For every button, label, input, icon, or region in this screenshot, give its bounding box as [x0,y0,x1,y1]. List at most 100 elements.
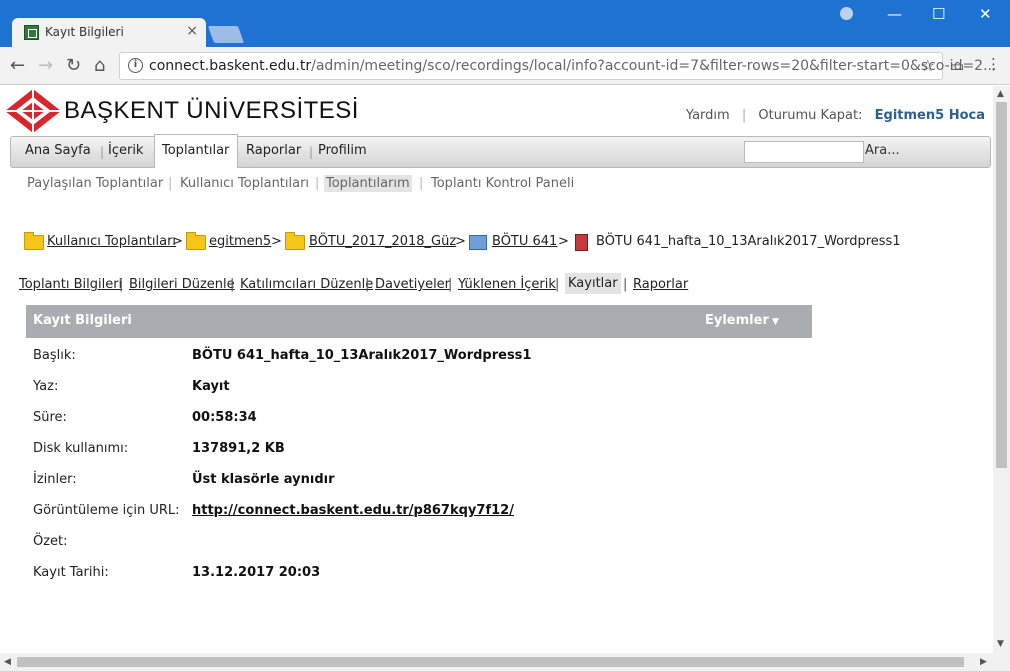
nav-item-meetings[interactable]: Toplantılar [162,143,229,158]
menu-icon[interactable]: ⋮ [986,55,1001,73]
address-bar[interactable]: i connect.baskent.edu.tr/admin/meeting/s… [119,52,996,80]
meeting-icon [469,235,487,250]
view-url-link[interactable]: http://connect.baskent.edu.tr/p867kqy7f1… [192,503,514,518]
home-icon[interactable]: ⌂ [94,55,105,76]
info-icon[interactable]: i [128,58,143,73]
nav-item-home[interactable]: Ana Sayfa [25,143,91,158]
tab-close-icon[interactable]: × [186,23,198,39]
breadcrumb-user-meetings[interactable]: Kullanıcı Toplantıları [47,234,176,249]
row-value: Üst klasörle aynıdır [192,472,335,487]
nav-separator: | [309,145,314,159]
row-label: Özet: [33,534,68,549]
scroll-left-icon[interactable]: ◀ [4,657,11,667]
breadcrumb-separator: > [558,234,569,249]
dropdown-arrow-icon: ▼ [768,317,779,327]
nav-item-reports[interactable]: Raporlar [246,143,301,158]
tab-title: Kayıt Bilgileri [45,25,124,39]
minimize-icon[interactable]: — [887,5,902,23]
subnav-separator: | [419,176,424,191]
subnav-shared-meetings[interactable]: Paylaşılan Toplantılar [27,176,163,191]
browser-toolbar: ← → ↻ ⌂ i connect.baskent.edu.tr/admin/m… [0,47,1010,85]
university-logo-icon [5,89,61,133]
tab-recordings[interactable]: Kayıtlar [565,273,621,294]
subnav-user-meetings[interactable]: Kullanıcı Toplantıları [180,176,309,191]
search-button[interactable]: Ara... [865,143,900,158]
tab-separator: | [555,277,560,292]
panel-title: Kayıt Bilgileri [33,313,132,328]
scroll-right-icon[interactable]: ▶ [980,657,987,667]
folder-icon [285,232,305,250]
breadcrumb-separator: > [455,234,466,249]
vertical-scroll-thumb[interactable] [996,102,1007,468]
subnav-meeting-dashboard[interactable]: Toplantı Kontrol Paneli [431,176,574,191]
row-value: 13.12.2017 20:03 [192,565,321,580]
university-name: BAŞKENT ÜNİVERSİTESİ [64,97,359,124]
tab-separator: | [448,277,453,292]
header-links: Yardım | Oturumu Kapat: Egitmen5 Hoca [678,108,985,123]
page-content: BAŞKENT ÜNİVERSİTESİ Yardım | Oturumu Ka… [0,86,993,653]
address-url[interactable]: connect.baskent.edu.tr/admin/meeting/sco… [149,58,996,74]
row-value: BÖTU 641_hafta_10_13Aralık2017_Wordpress… [192,348,532,363]
cast-icon[interactable]: ▭ [950,57,964,75]
tab-separator: | [623,277,628,292]
subnav-separator: | [315,176,320,191]
nav-item-content[interactable]: İçerik [108,143,143,158]
maximize-icon[interactable]: ☐ [932,5,945,23]
nav-item-profile[interactable]: Profilim [318,143,367,158]
site-favicon-icon [24,25,39,40]
scroll-down-icon[interactable]: ▼ [997,639,1004,649]
horizontal-scrollbar[interactable]: ◀ ▶ [0,653,1010,671]
breadcrumb-semester-folder[interactable]: BÖTU_2017_2018_Güz [309,234,456,249]
row-value: 137891,2 KB [192,441,285,456]
user-name-link[interactable]: Egitmen5 Hoca [875,108,985,123]
subnav-my-meetings[interactable]: Toplantılarım [324,175,412,192]
close-icon[interactable]: ✕ [979,5,992,23]
recording-info-header: Kayıt Bilgileri Eylemler ▼ [26,305,812,338]
row-value: 00:58:34 [192,410,257,425]
row-value: Kayıt [192,379,230,394]
breadcrumb-separator: > [172,234,183,249]
browser-titlebar: Kayıt Bilgileri × — ☐ ✕ [0,0,1010,47]
tab-edit-info[interactable]: Bilgileri Düzenle [129,277,235,292]
tab-separator: | [230,277,235,292]
row-label: Kayıt Tarihi: [33,565,109,580]
subnav-separator: | [168,176,173,191]
row-label: Disk kullanımı: [33,441,129,456]
breadcrumb-current-recording: BÖTU 641_hafta_10_13Aralık2017_Wordpress… [596,234,901,249]
nav-separator: | [100,145,105,159]
logout-link[interactable]: Oturumu Kapat: [758,108,862,123]
bookmark-star-icon[interactable]: ☆ [921,56,935,75]
row-label: Süre: [33,410,67,425]
tab-uploaded-content[interactable]: Yüklenen İçerik [458,277,556,292]
vertical-scrollbar[interactable]: ▲ ▼ [993,86,1010,653]
search-input[interactable] [744,141,864,163]
forward-arrow-icon[interactable]: → [38,55,53,76]
header-separator: | [741,108,747,123]
help-link[interactable]: Yardım [686,108,730,123]
main-navigation: Ana Sayfa | İçerik Toplantılar Raporlar … [10,134,991,168]
breadcrumb-egitmen5[interactable]: egitmen5 [209,234,271,249]
reload-icon[interactable]: ↻ [66,55,81,76]
row-label: Yaz: [33,379,59,394]
folder-icon [24,232,44,250]
new-tab-button[interactable] [207,26,245,43]
tab-invitations[interactable]: Davetiyeler [375,277,450,292]
folder-icon [186,232,206,250]
tab-edit-participants[interactable]: Katılımcıları Düzenle [240,277,373,292]
account-icon[interactable] [840,7,853,20]
back-arrow-icon[interactable]: ← [10,55,25,76]
breadcrumb-meeting[interactable]: BÖTU 641 [492,234,557,249]
scroll-up-icon[interactable]: ▲ [997,89,1004,99]
row-label: Görüntüleme için URL: [33,503,180,518]
horizontal-scroll-thumb[interactable] [17,657,964,667]
recording-icon [575,234,588,251]
actions-menu-button[interactable]: Eylemler ▼ [705,313,779,328]
row-label: İzinler: [33,472,77,487]
breadcrumb-separator: > [271,234,282,249]
tab-separator: | [365,277,370,292]
tab-separator: | [119,277,124,292]
row-label: Başlık: [33,348,76,363]
tab-reports[interactable]: Raporlar [633,277,688,292]
browser-tab[interactable]: Kayıt Bilgileri × [12,18,206,47]
tab-meeting-info[interactable]: Toplantı Bilgileri [19,277,122,292]
